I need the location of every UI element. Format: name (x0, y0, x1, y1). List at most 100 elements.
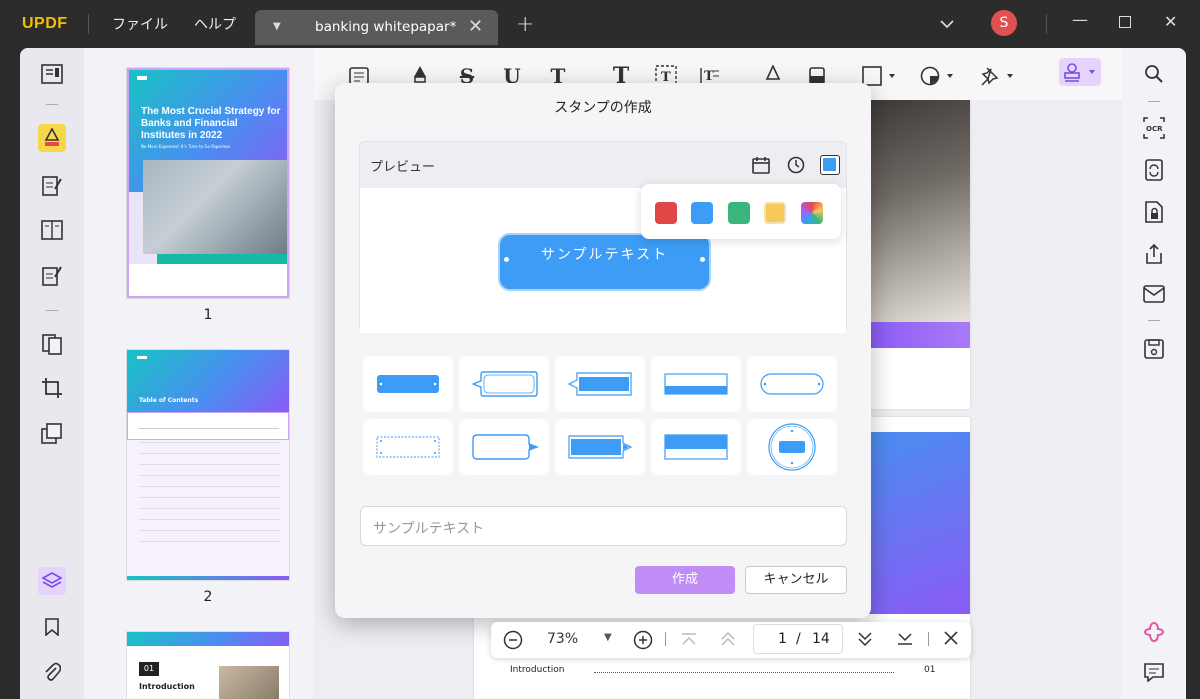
sticker-icon[interactable] (918, 64, 958, 88)
stamp-text-input[interactable]: サンプルテキスト (360, 506, 847, 546)
zoom-level[interactable]: 73% (547, 631, 578, 647)
page-input[interactable]: 1 / 14 (753, 624, 843, 654)
comment-highlight-icon[interactable] (38, 124, 66, 152)
thumbnail-panel: The Most Crucial Strategy for Banks and … (84, 48, 314, 699)
protect-icon[interactable] (1140, 198, 1168, 226)
color-swatch-green[interactable] (728, 202, 750, 224)
crop-icon[interactable] (38, 374, 66, 402)
previous-page-icon[interactable] (720, 631, 736, 650)
total-pages: 14 (812, 631, 830, 647)
toc-entry: Introduction (510, 665, 565, 675)
menu-help[interactable]: ヘルプ (194, 14, 236, 34)
bookmark-icon[interactable] (38, 613, 66, 641)
chevron-down-icon[interactable] (940, 14, 954, 33)
document-tab[interactable]: ▼ banking whitepapar* ✕ (255, 10, 498, 45)
stamp-template-6[interactable] (363, 419, 453, 475)
stamp-text-placeholder: サンプルテキスト (373, 521, 485, 537)
preview-label: プレビュー (370, 160, 436, 175)
ai-assistant-icon[interactable] (1140, 618, 1168, 646)
dialog-title: スタンプの作成 (554, 100, 652, 116)
color-palette (641, 184, 841, 239)
color-swatch-red[interactable] (655, 202, 677, 224)
convert-file-icon[interactable] (1140, 156, 1168, 184)
edit-pdf-icon[interactable] (38, 172, 66, 200)
page-thumbnail-2[interactable]: Table of Contents (127, 350, 289, 580)
divider (665, 632, 666, 646)
fill-sign-icon[interactable] (38, 262, 66, 290)
color-swatch-yellow[interactable] (764, 202, 786, 224)
svg-text:T: T (704, 69, 714, 84)
create-stamp-dialog: スタンプの作成 プレビュー サンプルテキスト サンプルテキスト 作成 キャンセル (335, 83, 871, 618)
thumb-chapter: 01 (139, 662, 159, 676)
stamp-preview: サンプルテキスト (498, 233, 711, 291)
stamp-template-8[interactable] (555, 419, 645, 475)
stamp-template-5[interactable] (747, 356, 837, 412)
calendar-icon[interactable] (752, 156, 770, 178)
minimize-icon[interactable]: — (1072, 10, 1088, 29)
layers-icon[interactable] (38, 567, 66, 595)
title-bar: UPDF ファイル ヘルプ ▼ banking whitepapar* ✕ + … (0, 0, 1200, 48)
attachment-icon[interactable] (38, 658, 66, 686)
clock-icon[interactable] (787, 156, 805, 178)
close-navigation-icon[interactable] (943, 630, 959, 650)
reader-icon[interactable] (38, 60, 66, 88)
close-tab-icon[interactable]: ✕ (468, 16, 483, 37)
create-button[interactable]: 作成 (635, 566, 735, 594)
divider (1148, 101, 1160, 102)
left-toolbar (20, 48, 84, 699)
toc-page: 01 (924, 665, 936, 675)
stamp-icon[interactable] (1059, 58, 1101, 86)
page-thumbnail-1[interactable]: The Most Crucial Strategy for Banks and … (127, 68, 289, 298)
zoom-dropdown-icon[interactable]: ▼ (604, 632, 612, 643)
pin-icon[interactable] (978, 64, 1018, 88)
zoom-out-icon[interactable] (503, 630, 523, 654)
divider (1046, 14, 1047, 34)
divider (46, 310, 58, 311)
right-toolbar: OCR (1122, 48, 1186, 699)
share-icon[interactable] (1140, 240, 1168, 268)
zoom-in-icon[interactable] (633, 630, 653, 654)
batch-icon[interactable] (38, 420, 66, 448)
next-page-icon[interactable] (857, 632, 873, 650)
menu-file[interactable]: ファイル (112, 14, 168, 34)
color-swatch-custom[interactable] (801, 202, 823, 224)
stamp-template-3[interactable] (555, 356, 645, 412)
last-page-icon[interactable] (897, 632, 913, 650)
thumb-intro-heading: Introduction (139, 682, 195, 691)
stamp-preview-text: サンプルテキスト (540, 247, 669, 263)
page-number-1: 1 (203, 307, 213, 323)
stamp-template-4[interactable] (651, 356, 741, 412)
ocr-icon[interactable]: OCR (1140, 114, 1168, 142)
svg-text:OCR: OCR (1146, 125, 1163, 133)
current-page: 1 (778, 631, 787, 647)
cancel-button[interactable]: キャンセル (745, 566, 847, 594)
avatar[interactable]: S (991, 10, 1017, 36)
stamp-template-9[interactable] (651, 419, 741, 475)
tab-title: banking whitepapar* (315, 19, 457, 35)
new-tab-icon[interactable]: + (516, 12, 534, 37)
page-number-2: 2 (203, 589, 213, 605)
divider (928, 632, 929, 646)
first-page-icon[interactable] (681, 632, 697, 650)
color-picker-icon[interactable] (820, 155, 840, 175)
color-swatch-blue[interactable] (691, 202, 713, 224)
tab-dropdown-icon[interactable]: ▼ (273, 21, 281, 32)
divider (88, 14, 89, 34)
maximize-icon[interactable] (1119, 13, 1131, 32)
stamp-template-2[interactable] (459, 356, 549, 412)
convert-icon[interactable] (38, 330, 66, 358)
page-thumbnail-3[interactable]: 01 Introduction (127, 632, 289, 699)
search-icon[interactable] (1140, 60, 1168, 88)
stamp-template-1[interactable] (363, 356, 453, 412)
email-icon[interactable] (1140, 280, 1168, 308)
thumb-toc-heading: Table of Contents (139, 397, 199, 404)
page-navigation-bar: 73% ▼ 1 / 14 (491, 622, 971, 658)
comment-list-icon[interactable] (1140, 658, 1168, 686)
close-window-icon[interactable]: ✕ (1164, 12, 1177, 31)
divider (46, 104, 58, 105)
stamp-template-7[interactable] (459, 419, 549, 475)
divider (1148, 320, 1160, 321)
stamp-template-10[interactable] (747, 419, 837, 475)
save-icon[interactable] (1140, 335, 1168, 363)
organize-pages-icon[interactable] (38, 216, 66, 244)
